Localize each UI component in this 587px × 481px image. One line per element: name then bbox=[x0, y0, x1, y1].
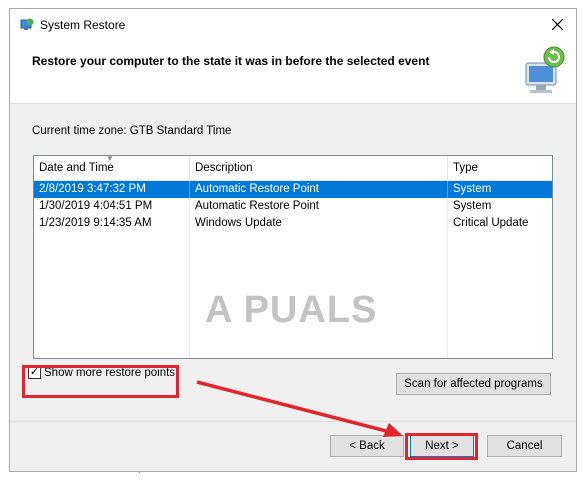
cancel-button[interactable]: Cancel bbox=[487, 435, 562, 457]
cell-description: Automatic Restore Point bbox=[190, 198, 448, 215]
restore-monitor-icon bbox=[525, 46, 565, 93]
back-button[interactable]: < Back bbox=[330, 435, 404, 457]
title-bar: System Restore bbox=[10, 9, 576, 39]
sort-arrow-icon: ▼ bbox=[106, 155, 114, 163]
table-body: 2/8/2019 3:47:32 PM Automatic Restore Po… bbox=[34, 181, 552, 232]
header-panel: Restore your computer to the state it wa… bbox=[10, 39, 576, 104]
cell-date: 1/23/2019 9:14:35 AM bbox=[34, 215, 190, 232]
scan-affected-programs-button[interactable]: Scan for affected programs bbox=[396, 373, 551, 395]
column-type[interactable]: Type bbox=[448, 156, 552, 180]
cell-type: System bbox=[453, 183, 492, 195]
system-restore-icon bbox=[20, 18, 34, 30]
show-more-restore-points-checkbox[interactable]: ✓ Show more restore points bbox=[28, 366, 175, 379]
cell-description: Automatic Restore Point bbox=[190, 181, 448, 198]
cell-date: 2/8/2019 3:47:32 PM bbox=[34, 181, 190, 198]
table-row[interactable]: 1/23/2019 9:14:35 AM Windows Update Crit… bbox=[34, 215, 552, 232]
close-icon[interactable] bbox=[548, 15, 566, 33]
column-date-time[interactable]: ▼ Date and Time bbox=[34, 156, 190, 180]
system-restore-window: System Restore Restore your computer to … bbox=[9, 8, 577, 472]
timezone-label: Current time zone: GTB Standard Time bbox=[32, 125, 232, 137]
show-more-label: Show more restore points bbox=[44, 366, 176, 379]
table-header: ▼ Date and Time Description Type bbox=[34, 156, 552, 181]
footer-divider bbox=[10, 421, 576, 422]
window-title: System Restore bbox=[40, 18, 126, 32]
cell-type: Critical Update bbox=[453, 217, 529, 229]
cell-type: System bbox=[453, 200, 492, 212]
table-row[interactable]: 2/8/2019 3:47:32 PM Automatic Restore Po… bbox=[34, 181, 552, 198]
page-heading: Restore your computer to the state it wa… bbox=[32, 54, 430, 68]
cell-description: Windows Update bbox=[190, 215, 448, 232]
column-description[interactable]: Description bbox=[190, 156, 448, 180]
checkmark-icon[interactable]: ✓ bbox=[28, 366, 41, 379]
restore-points-table: ▼ Date and Time Description Type 2/8/201… bbox=[33, 155, 553, 359]
cell-date: 1/30/2019 4:04:51 PM bbox=[34, 198, 190, 215]
table-row[interactable]: 1/30/2019 4:04:51 PM Automatic Restore P… bbox=[34, 198, 552, 215]
next-button[interactable]: Next > bbox=[410, 435, 474, 457]
